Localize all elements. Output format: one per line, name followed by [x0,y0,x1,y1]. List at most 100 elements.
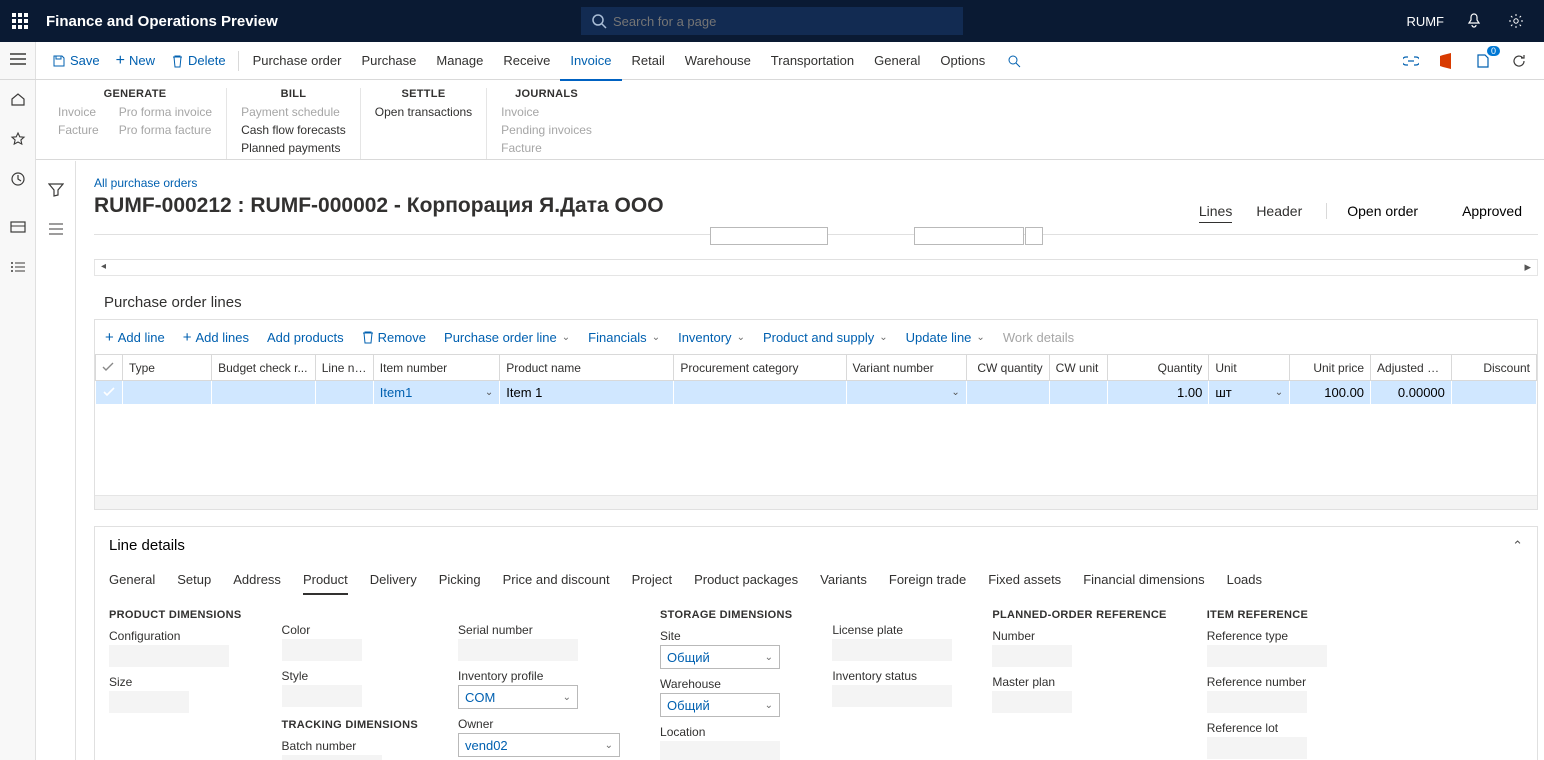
ld-tab-packages[interactable]: Product packages [694,572,798,595]
financials-menu[interactable]: Financials⌄ [588,330,660,345]
user-label[interactable]: RUMF [1406,14,1444,29]
col-unit[interactable]: Unit [1209,355,1290,381]
cell-unit[interactable]: шт⌄ [1209,381,1290,405]
workspace-icon[interactable] [9,218,27,236]
cell-type[interactable] [122,381,211,405]
journals-invoice[interactable]: Invoice [501,104,592,120]
proforma-facture[interactable]: Pro forma facture [119,122,212,138]
line-details-header[interactable]: Line details ⌃ [94,526,1538,564]
row-select[interactable] [96,381,123,405]
home-icon[interactable] [9,90,27,108]
fld-masterplan[interactable] [992,691,1072,713]
attachments-icon[interactable] [1472,50,1494,72]
product-supply-menu[interactable]: Product and supply⌄ [763,330,888,345]
fld-reflot[interactable] [1207,737,1307,759]
fld-config[interactable] [109,645,229,667]
fld-style[interactable] [282,685,362,707]
cell-linenum[interactable] [315,381,373,405]
cashflow-forecasts[interactable]: Cash flow forecasts [241,122,346,138]
ld-tab-loads[interactable]: Loads [1227,572,1262,595]
cell-item[interactable]: Item1⌄ [373,381,499,405]
save-button[interactable]: Save [44,42,108,80]
ld-tab-foreign[interactable]: Foreign trade [889,572,966,595]
cell-cwunit[interactable] [1049,381,1107,405]
breadcrumb[interactable]: All purchase orders [94,176,197,190]
fld-number[interactable] [992,645,1072,667]
collapse-icon[interactable] [48,222,64,239]
app-launcher-icon[interactable] [0,13,40,29]
fld-batch[interactable] [282,755,382,760]
fld-reftype[interactable] [1207,645,1327,667]
col-discount[interactable]: Discount [1451,355,1536,381]
tab-manage[interactable]: Manage [426,42,493,80]
ld-tab-product[interactable]: Product [303,572,348,595]
tab-transportation[interactable]: Transportation [761,42,864,80]
col-product[interactable]: Product name [500,355,674,381]
journals-facture[interactable]: Facture [501,140,592,156]
fld-location[interactable] [660,741,780,760]
ld-tab-fixed[interactable]: Fixed assets [988,572,1061,595]
cell-procurement[interactable] [674,381,846,405]
hdr-select[interactable] [96,355,123,381]
delete-button[interactable]: Delete [163,42,234,80]
view-header[interactable]: Header [1256,203,1302,219]
col-cwqty[interactable]: CW quantity [966,355,1049,381]
bell-icon[interactable] [1462,9,1486,33]
tab-warehouse[interactable]: Warehouse [675,42,761,80]
header-field-2-dd[interactable] [1025,227,1043,245]
search-action[interactable] [999,42,1029,80]
proforma-invoice[interactable]: Pro forma invoice [119,104,212,120]
cell-cwqty[interactable] [966,381,1049,405]
add-lines[interactable]: +Add lines [183,329,249,346]
search-input[interactable] [581,7,963,35]
gear-icon[interactable] [1504,9,1528,33]
tab-invoice[interactable]: Invoice [560,42,621,80]
ld-tab-picking[interactable]: Picking [439,572,481,595]
add-line[interactable]: +Add line [105,329,165,346]
fld-size[interactable] [109,691,189,713]
cell-product[interactable]: Item 1 [500,381,674,405]
col-variant[interactable]: Variant number [846,355,966,381]
col-budget[interactable]: Budget check r... [212,355,316,381]
col-linenum[interactable]: Line number [315,355,373,381]
tab-options[interactable]: Options [930,42,995,80]
generate-invoice[interactable]: Invoice [58,104,99,120]
cell-adjprice[interactable]: 0.00000 [1371,381,1452,405]
tab-retail[interactable]: Retail [622,42,675,80]
ld-tab-price[interactable]: Price and discount [503,572,610,595]
star-icon[interactable] [9,130,27,148]
payment-schedule[interactable]: Payment schedule [241,104,346,120]
list-icon[interactable] [9,258,27,276]
col-type[interactable]: Type [122,355,211,381]
fld-site[interactable]: Общий⌄ [660,645,780,669]
remove[interactable]: Remove [362,330,426,345]
col-adjprice[interactable]: Adjusted unit p... [1371,355,1452,381]
generate-facture[interactable]: Facture [58,122,99,138]
clock-icon[interactable] [9,170,27,188]
ld-tab-delivery[interactable]: Delivery [370,572,417,595]
grid-hscroll[interactable] [95,495,1537,509]
tab-receive[interactable]: Receive [493,42,560,80]
po-line-menu[interactable]: Purchase order line⌄ [444,330,570,345]
tab-purchase-order[interactable]: Purchase order [243,42,352,80]
ld-tab-variants[interactable]: Variants [820,572,867,595]
office-icon[interactable] [1436,50,1458,72]
fld-serial[interactable] [458,639,578,661]
cell-variant[interactable]: ⌄ [846,381,966,405]
ld-tab-setup[interactable]: Setup [177,572,211,595]
chevron-up-icon[interactable]: ⌃ [1512,538,1523,554]
col-procurement[interactable]: Procurement category [674,355,846,381]
cell-qty[interactable]: 1.00 [1107,381,1209,405]
col-cwunit[interactable]: CW unit [1049,355,1107,381]
col-item[interactable]: Item number [373,355,499,381]
ld-tab-findim[interactable]: Financial dimensions [1083,572,1204,595]
add-products[interactable]: Add products [267,330,344,345]
cell-discount[interactable] [1451,381,1536,405]
cell-budget[interactable] [212,381,316,405]
fld-license[interactable] [832,639,952,661]
update-line-menu[interactable]: Update line⌄ [906,330,985,345]
tab-purchase[interactable]: Purchase [351,42,426,80]
journals-pending[interactable]: Pending invoices [501,122,592,138]
fld-owner[interactable]: vend02⌄ [458,733,620,757]
table-row[interactable]: Item1⌄ Item 1 ⌄ 1.00 шт⌄ 100.00 0.00000 [96,381,1537,405]
